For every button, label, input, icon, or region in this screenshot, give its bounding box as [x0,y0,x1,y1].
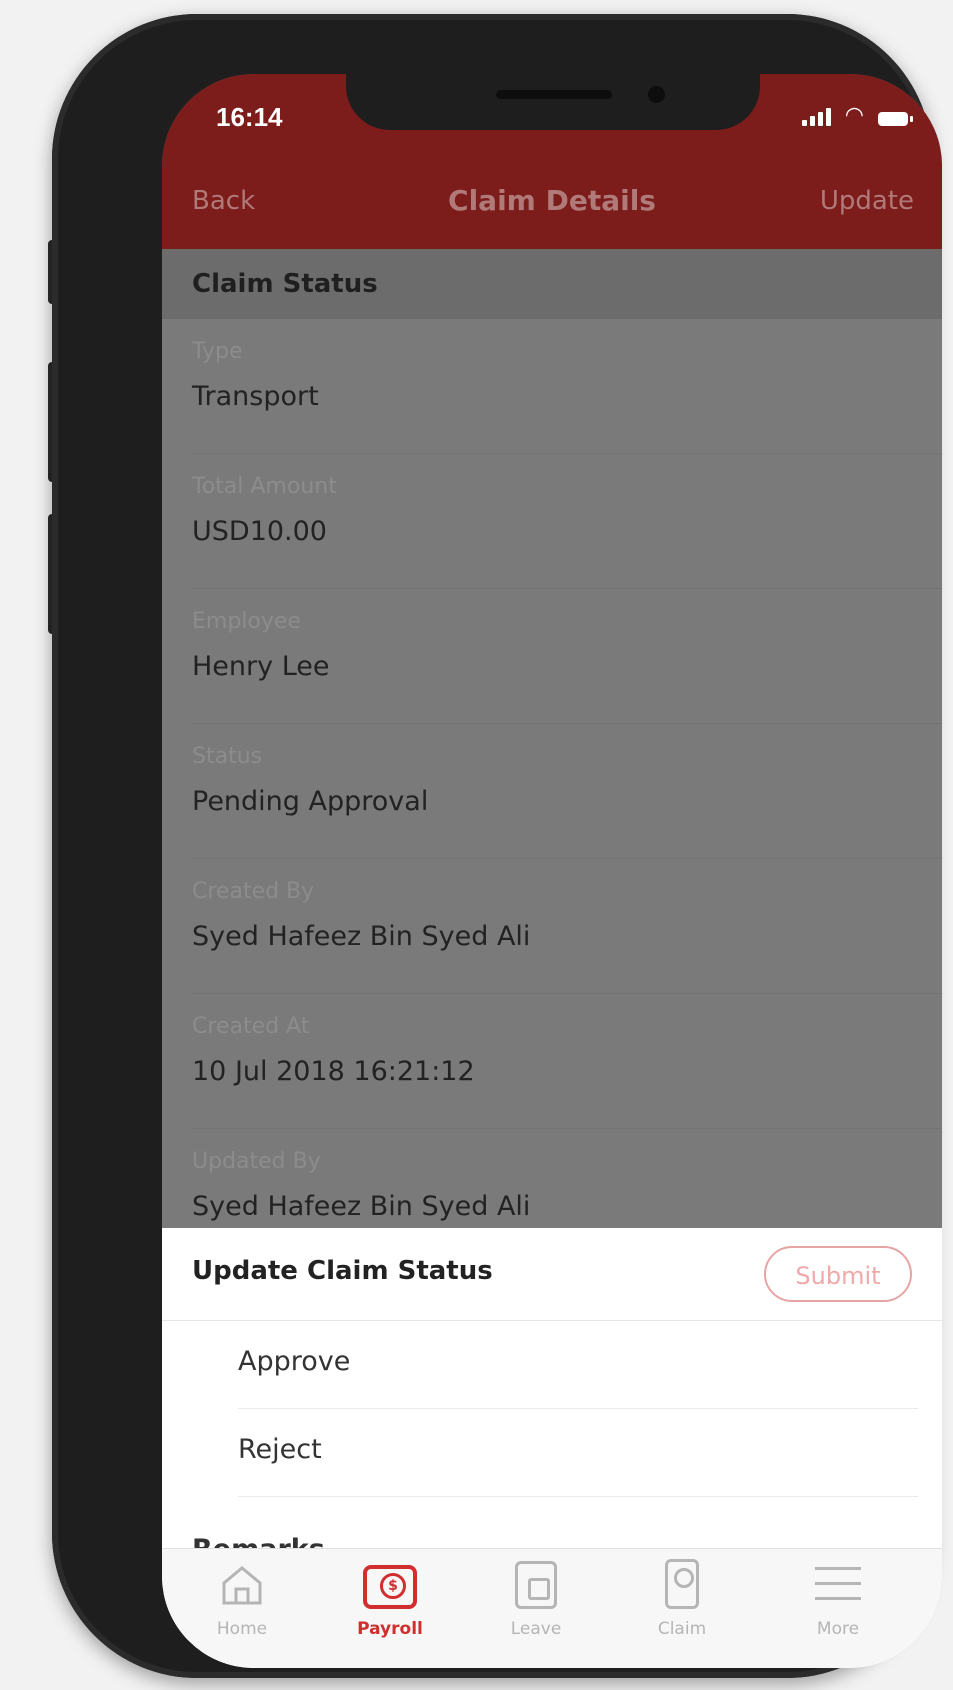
field-value: Transport [192,381,319,412]
option-label: Reject [238,1434,322,1465]
battery-icon [878,112,913,126]
calendar-icon [509,1559,563,1613]
claim-icon [655,1559,709,1613]
field-row: Employee Henry Lee [192,589,942,724]
field-row: Total Amount USD10.00 [192,454,942,589]
wifi-icon: ◠ [844,103,864,128]
sheet-header: Update Claim Status Submit [162,1228,942,1321]
sheet-title: Update Claim Status [192,1256,493,1286]
field-value: Syed Hafeez Bin Syed Ali [192,1191,531,1222]
phone-screen: 16:14 ◠ Back Claim Details Update Claim … [162,74,942,1668]
app-header: 16:14 ◠ Back Claim Details Update [162,74,942,249]
tab-home[interactable]: Home [182,1559,302,1659]
phone-frame: 16:14 ◠ Back Claim Details Update Claim … [52,14,942,1678]
field-value: USD10.00 [192,516,327,547]
field-row: Type Transport [192,319,942,454]
field-value: Syed Hafeez Bin Syed Ali [192,921,531,952]
field-value: Henry Lee [192,651,330,682]
section-title: Claim Status [192,269,378,299]
tab-claim[interactable]: Claim [622,1559,742,1659]
field-label: Employee [192,609,301,634]
tab-label: Leave [510,1619,562,1639]
nav-bar: Back Claim Details Update [162,174,942,234]
field-row: Status Pending Approval [192,724,942,859]
status-icons: ◠ [801,103,913,128]
option-label: Approve [238,1346,351,1377]
submit-button[interactable]: Submit [764,1246,912,1302]
payroll-icon: $ [363,1559,417,1613]
field-value: 10 Jul 2018 16:21:12 [192,1056,475,1087]
field-label: Type [192,339,243,364]
field-label: Created At [192,1014,310,1039]
tab-label: Claim [657,1619,707,1639]
tab-payroll[interactable]: $ Payroll [330,1559,450,1659]
tab-label: Payroll [357,1619,423,1639]
field-label: Status [192,744,263,769]
section-header: Claim Status [162,249,942,319]
status-time: 16:14 [216,102,283,132]
tab-leave[interactable]: Leave [476,1559,596,1659]
option-approve[interactable]: Approve [238,1320,918,1409]
tab-bar: Home $ Payroll Leave Claim More [162,1548,942,1668]
field-value: Pending Approval [192,786,429,817]
tab-more[interactable]: More [778,1559,898,1659]
claim-fields: Type Transport Total Amount USD10.00 Emp… [162,319,942,1264]
field-label: Total Amount [192,474,337,499]
field-label: Created By [192,879,315,904]
field-label: Updated By [192,1149,321,1174]
home-icon [215,1559,269,1613]
option-reject[interactable]: Reject [238,1408,918,1497]
remarks-label: Remarks [192,1534,325,1550]
menu-icon [811,1559,865,1613]
signal-icon [801,108,831,126]
field-row: Created By Syed Hafeez Bin Syed Ali [192,859,942,994]
camera [648,86,665,103]
tab-label: More [816,1619,860,1639]
speaker [496,90,612,99]
field-row: Created At 10 Jul 2018 16:21:12 [192,994,942,1129]
tab-label: Home [216,1619,268,1639]
update-button[interactable]: Update [820,186,914,216]
notch [346,74,760,130]
